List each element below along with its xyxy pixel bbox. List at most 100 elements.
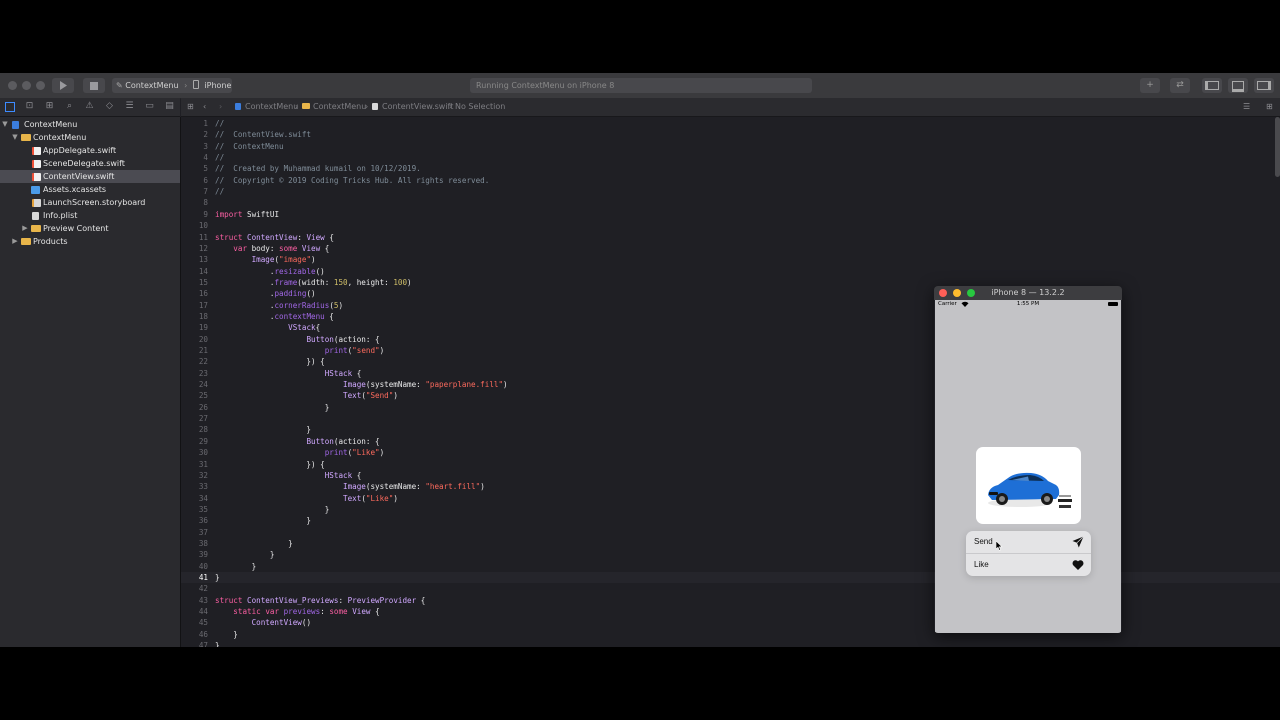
code-line[interactable]: .contextMenu { <box>215 312 334 321</box>
crumb-group[interactable]: ContextMenu <box>302 98 366 116</box>
close-window-button[interactable] <box>939 289 947 297</box>
code-line[interactable]: } <box>215 505 330 514</box>
crumb-project[interactable]: ContextMenu <box>235 98 298 116</box>
nav-item-products[interactable]: ▶ Products <box>0 235 180 248</box>
code-line[interactable]: Text("Like") <box>215 494 398 503</box>
line-number[interactable]: 45 <box>181 618 208 627</box>
minimap-toggle-icon[interactable]: ☰ <box>1243 98 1250 116</box>
code-line[interactable]: } <box>215 425 311 434</box>
line-number[interactable]: 2 <box>181 130 208 139</box>
line-number[interactable]: 1 <box>181 119 208 128</box>
code-line[interactable]: } <box>215 539 293 548</box>
code-line[interactable]: // Created by Muhammad kumail on 10/12/2… <box>215 164 421 173</box>
editor-scrollbar[interactable] <box>1275 117 1280 177</box>
line-number[interactable]: 29 <box>181 437 208 446</box>
code-line[interactable]: // <box>215 187 224 196</box>
line-number[interactable]: 5 <box>181 164 208 173</box>
line-number[interactable]: 20 <box>181 335 208 344</box>
line-number[interactable]: 24 <box>181 380 208 389</box>
code-line[interactable]: }) { <box>215 460 324 469</box>
code-line[interactable]: VStack{ <box>215 323 320 332</box>
code-line[interactable]: var body: some View { <box>215 244 329 253</box>
context-menu-item-like[interactable]: Like <box>966 554 1091 576</box>
line-number[interactable]: 16 <box>181 289 208 298</box>
context-menu-preview-image[interactable] <box>976 447 1081 524</box>
source-control-icon[interactable]: ⊡ <box>24 101 35 112</box>
line-number[interactable]: 41 <box>181 573 208 582</box>
run-button[interactable] <box>52 78 74 93</box>
line-number[interactable]: 26 <box>181 403 208 412</box>
context-menu-item-send[interactable]: Send <box>966 531 1091 553</box>
code-line[interactable]: ContentView() <box>215 618 311 627</box>
code-line[interactable]: } <box>215 573 220 582</box>
line-number[interactable]: 6 <box>181 176 208 185</box>
line-number[interactable]: 43 <box>181 596 208 605</box>
code-line[interactable]: } <box>215 641 220 647</box>
code-line[interactable]: // <box>215 153 224 162</box>
line-number[interactable]: 8 <box>181 198 208 207</box>
toggle-inspector-button[interactable] <box>1254 78 1274 93</box>
test-navigator-icon[interactable]: ◇ <box>104 101 115 112</box>
code-line[interactable]: Text("Send") <box>215 391 398 400</box>
line-number[interactable]: 35 <box>181 505 208 514</box>
minimize-window-button[interactable] <box>22 81 31 90</box>
line-number[interactable]: 14 <box>181 267 208 276</box>
library-button[interactable]: + <box>1140 78 1160 93</box>
code-line[interactable]: Button(action: { <box>215 437 379 446</box>
breakpoint-icon[interactable]: ▭ <box>144 101 155 112</box>
line-number[interactable]: 47 <box>181 641 208 647</box>
line-number[interactable]: 13 <box>181 255 208 264</box>
code-line[interactable]: Button(action: { <box>215 335 379 344</box>
code-line[interactable]: } <box>215 630 238 639</box>
nav-item-project[interactable]: ▼ ContextMenu <box>0 118 180 131</box>
line-number[interactable]: 32 <box>181 471 208 480</box>
line-number[interactable]: 19 <box>181 323 208 332</box>
code-line[interactable]: HStack { <box>215 369 362 378</box>
crumb-file[interactable]: ContentView.swift <box>372 98 453 116</box>
code-review-button[interactable]: ⇄ <box>1170 78 1190 93</box>
line-number[interactable]: 11 <box>181 233 208 242</box>
line-number[interactable]: 25 <box>181 391 208 400</box>
code-line[interactable]: print("send") <box>215 346 384 355</box>
line-number[interactable]: 17 <box>181 301 208 310</box>
code-line[interactable]: }) { <box>215 357 324 366</box>
code-line[interactable]: Image(systemName: "heart.fill") <box>215 482 485 491</box>
crumb-selection[interactable]: No Selection <box>455 98 505 116</box>
code-line[interactable]: } <box>215 562 257 571</box>
line-number[interactable]: 15 <box>181 278 208 287</box>
code-line[interactable]: // Copyright © 2019 Coding Tricks Hub. A… <box>215 176 489 185</box>
line-number[interactable]: 40 <box>181 562 208 571</box>
code-line[interactable]: Image(systemName: "paperplane.fill") <box>215 380 508 389</box>
forward-arrow-icon[interactable]: › <box>219 98 222 116</box>
code-line[interactable]: // <box>215 119 224 128</box>
line-number[interactable]: 9 <box>181 210 208 219</box>
code-line[interactable]: .padding() <box>215 289 316 298</box>
related-items-icon[interactable]: ⊞ <box>187 98 194 116</box>
code-line[interactable]: .frame(width: 150, height: 100) <box>215 278 412 287</box>
line-number[interactable]: 37 <box>181 528 208 537</box>
zoom-window-button[interactable] <box>967 289 975 297</box>
line-number[interactable]: 36 <box>181 516 208 525</box>
minimize-window-button[interactable] <box>953 289 961 297</box>
line-number[interactable]: 12 <box>181 244 208 253</box>
code-line[interactable]: HStack { <box>215 471 362 480</box>
toggle-debug-area-button[interactable] <box>1228 78 1248 93</box>
nav-item-scenedelegate[interactable]: SceneDelegate.swift <box>0 157 180 170</box>
warning-icon[interactable]: ⚠ <box>84 101 95 112</box>
code-line[interactable]: .cornerRadius(5) <box>215 301 343 310</box>
line-number[interactable]: 22 <box>181 357 208 366</box>
line-number[interactable]: 23 <box>181 369 208 378</box>
code-line[interactable]: struct ContentView: View { <box>215 233 334 242</box>
code-line[interactable]: } <box>215 516 311 525</box>
code-line[interactable]: .resizable() <box>215 267 325 276</box>
line-number[interactable]: 27 <box>181 414 208 423</box>
line-number[interactable]: 4 <box>181 153 208 162</box>
line-number[interactable]: 42 <box>181 584 208 593</box>
code-line[interactable]: print("Like") <box>215 448 384 457</box>
stop-button[interactable] <box>83 78 105 93</box>
line-number[interactable]: 3 <box>181 142 208 151</box>
line-number[interactable]: 10 <box>181 221 208 230</box>
nav-item-contentview[interactable]: ContentView.swift <box>0 170 180 183</box>
close-window-button[interactable] <box>8 81 17 90</box>
line-number[interactable]: 39 <box>181 550 208 559</box>
